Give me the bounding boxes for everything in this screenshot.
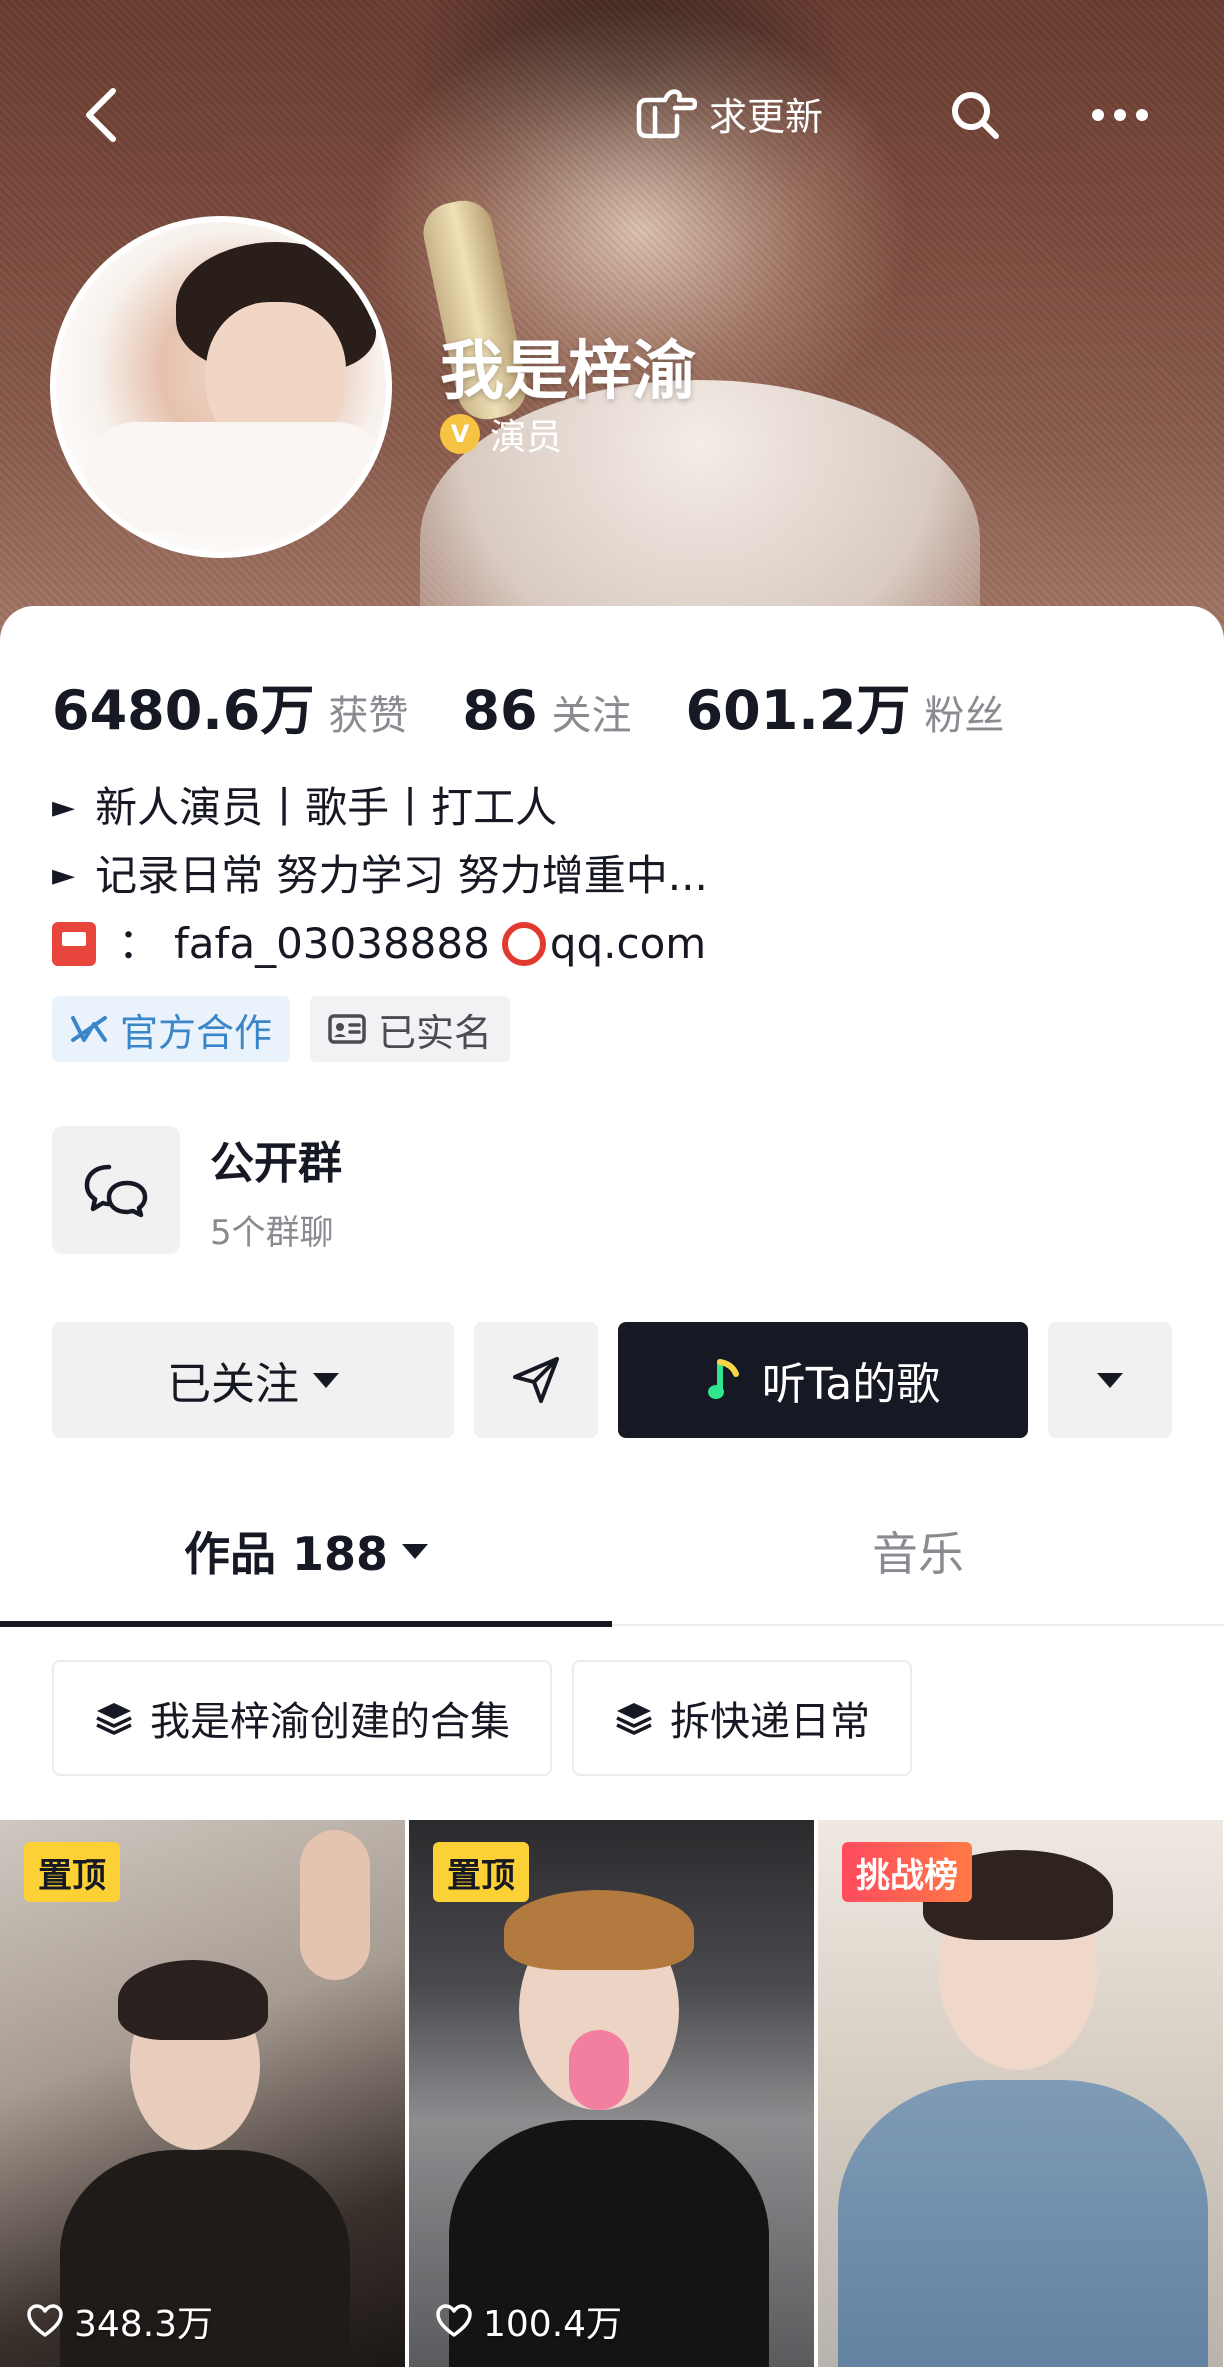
collection-label: 我是梓渝创建的合集 [150,1699,510,1745]
stat-followers[interactable]: 601.2万 粉丝 [686,666,1005,745]
send-message-button[interactable] [474,1322,598,1438]
thumbnail-figure [300,1830,370,1980]
video-thumbnail[interactable]: 置顶 100.4万 [409,1820,814,2367]
contact-handle: fafa_03038888 [174,919,490,968]
bio-line: ► 新人演员丨歌手丨打工人 [52,774,708,842]
request-update-label: 求更新 [709,94,824,139]
caret-down-icon [313,1372,339,1388]
handshake-icon [71,1016,107,1042]
stat-label: 关注 [551,693,632,739]
caret-down-icon [402,1543,429,1559]
id-card-icon [328,1014,366,1044]
pinned-badge: 置顶 [24,1842,120,1902]
thumbnail-figure [118,1960,268,2040]
thumbnail-figure [569,2030,629,2110]
profile-name: 我是梓渝 [440,335,696,409]
video-likes: 348.3万 [26,2295,213,2347]
collection-chip[interactable]: 拆快递日常 [572,1660,912,1776]
layers-icon [96,1703,132,1735]
stats-row: 6480.6万 获赞 86 关注 601.2万 粉丝 [52,666,1058,745]
chat-bubbles-icon [84,1164,148,1218]
music-note-icon [707,1359,739,1399]
contact-domain: qq.com [549,919,707,968]
tab-music[interactable]: 音乐 [612,1476,1224,1626]
profile-panel: 6480.6万 获赞 86 关注 601.2万 粉丝 ► 新人演员丨歌手丨打工人… [0,606,1224,2367]
profile-tags: 官方合作 已实名 [52,996,511,1062]
action-buttons: 已关注 听Ta的歌 [52,1322,1172,1438]
video-grid: 置顶 348.3万 置顶 100.4万 挑战榜 [0,1820,1224,2367]
bio: ► 新人演员丨歌手丨打工人 ► 记录日常 努力学习 努力增重中... ： faf… [52,774,708,978]
collections-row: 我是梓渝创建的合集 拆快递日常 [52,1660,912,1776]
likes-count: 100.4万 [483,2304,623,2345]
bio-line: ► 记录日常 努力学习 努力增重中... [52,842,708,910]
challenge-badge: 挑战榜 [842,1842,972,1902]
content-tabs: 作品 188 音乐 [0,1476,1224,1627]
expand-button[interactable] [1048,1322,1172,1438]
search-button[interactable] [930,70,1020,160]
tag-label: 官方合作 [120,1010,273,1055]
video-likes: 100.4万 [435,2295,622,2347]
likes-count: 348.3万 [74,2304,214,2345]
more-icon [1092,109,1148,121]
followed-label: 已关注 [167,1359,299,1410]
triangle-bullet-icon: ► [52,858,76,893]
avatar-arm [86,422,386,532]
group-subtitle: 5个群聊 [210,1212,334,1253]
paper-plane-icon [513,1357,559,1403]
chevron-left-icon [86,88,116,142]
followed-button[interactable]: 已关注 [52,1322,454,1438]
search-icon [952,92,999,139]
video-thumbnail[interactable]: 置顶 348.3万 [0,1820,405,2367]
heart-icon [27,2304,63,2337]
avatar[interactable] [50,216,392,558]
more-button[interactable] [1075,70,1165,160]
stat-value: 6480.6万 [52,679,315,742]
group-text: 公开群 5个群聊 [210,1127,342,1254]
tab-works[interactable]: 作品 188 [0,1476,612,1626]
video-thumbnail[interactable]: 挑战榜 [818,1820,1223,2367]
stat-value: 86 [462,679,538,742]
contact-separator: ： [118,919,161,968]
pinned-badge: 置顶 [433,1842,529,1902]
collection-label: 拆快递日常 [670,1699,870,1745]
tag-label: 已实名 [378,1010,493,1055]
collection-chip[interactable]: 我是梓渝创建的合集 [52,1660,552,1776]
stat-value: 601.2万 [685,679,911,742]
pointing-hand-icon [636,89,697,139]
stat-following[interactable]: 86 关注 [462,679,631,742]
profile-cover: 求更新 我是梓渝 V 演员 [0,0,1224,640]
bio-text: 记录日常 努力学习 努力增重中... [95,851,708,900]
bio-contact: ： fafa_03038888 qq.com [52,910,708,978]
tab-works-label: 作品 188 [183,1527,389,1581]
verified-badge-icon: V [440,414,480,454]
listen-songs-button[interactable]: 听Ta的歌 [618,1322,1028,1438]
bio-text: 新人演员丨歌手丨打工人 [95,783,558,832]
heart-icon [436,2304,472,2337]
verification-row: V 演员 [440,408,562,460]
mailbox-icon [52,922,96,966]
request-update-button[interactable]: 求更新 [635,78,823,148]
official-cooperation-tag[interactable]: 官方合作 [52,996,291,1062]
listen-songs-label: 听Ta的歌 [761,1359,941,1410]
public-group[interactable]: 公开群 5个群聊 [52,1126,342,1254]
red-circle-icon [501,922,546,966]
thumbnail-figure [838,2080,1208,2367]
active-tab-indicator [0,1621,612,1627]
group-title: 公开群 [210,1137,342,1189]
stat-label: 粉丝 [924,693,1005,739]
stat-likes[interactable]: 6480.6万 获赞 [52,666,408,745]
thumbnail-figure [504,1890,694,1970]
real-name-tag[interactable]: 已实名 [310,996,511,1062]
layers-icon [616,1703,652,1735]
triangle-bullet-icon: ► [52,790,76,825]
caret-down-icon [1097,1372,1123,1388]
tab-music-label: 音乐 [872,1527,964,1581]
stat-label: 获赞 [328,693,409,739]
back-button[interactable] [56,70,146,160]
group-chat-icon-box [52,1126,180,1254]
verification-label: 演员 [490,417,563,458]
